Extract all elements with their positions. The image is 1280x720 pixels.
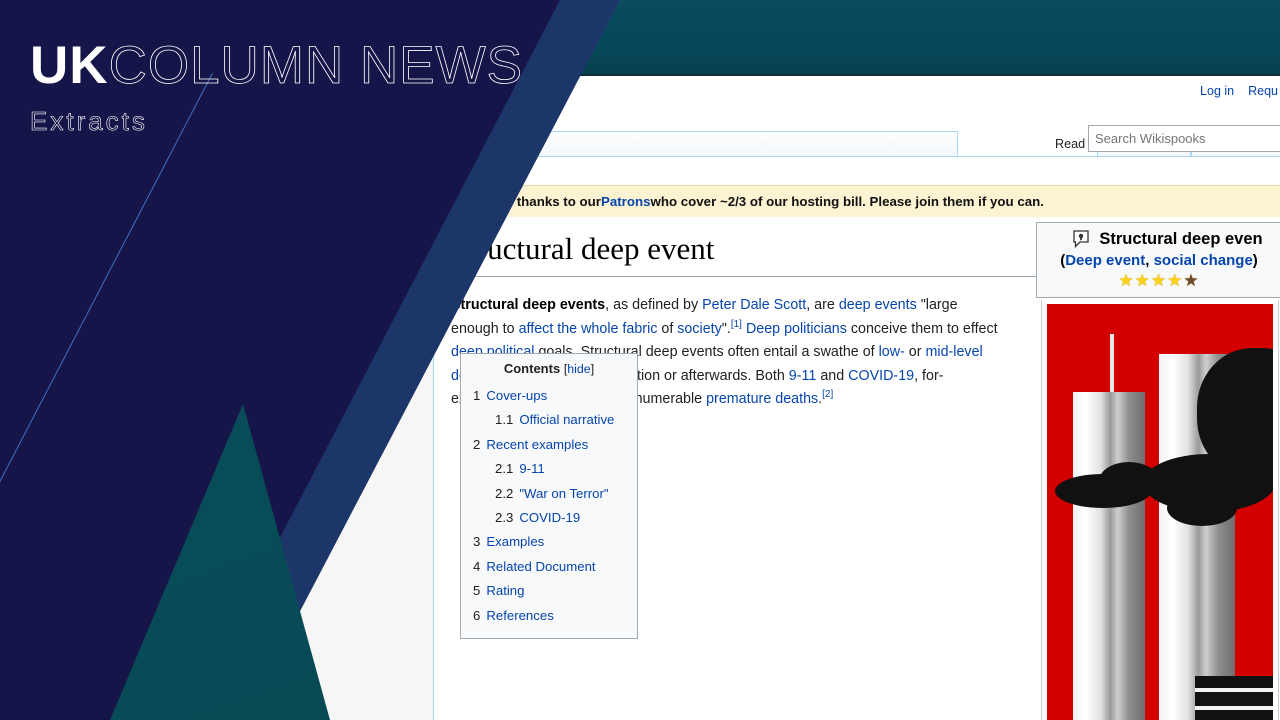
logo-wordmark: UKCOLUMN NEWS [30,36,523,95]
screenshot-stage: Log in Requ cussion Read View source Vie… [0,0,1280,720]
hairline-stroke [0,73,214,558]
uk-column-logo: UKCOLUMN NEWS Extracts [30,36,523,137]
logo-uk: UK [30,36,109,95]
logo-column-news: COLUMN NEWS [108,36,523,95]
logo-subtitle: Extracts [30,106,148,137]
